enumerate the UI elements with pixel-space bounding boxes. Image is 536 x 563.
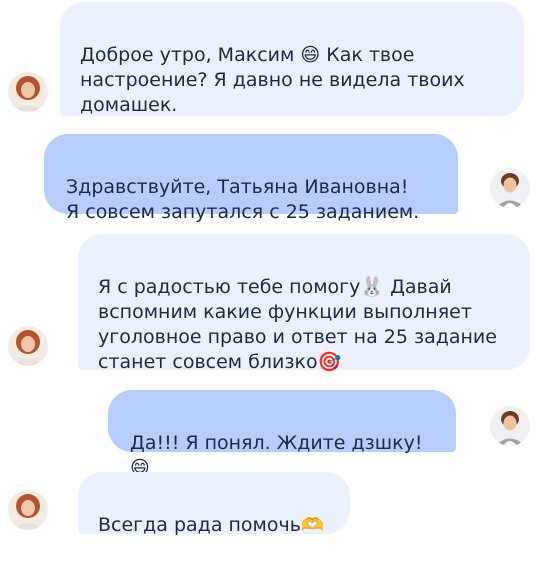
student-avatar-icon: [490, 406, 530, 446]
message-bubble-teacher: Доброе утро, Максим 😄 Как твое настроени…: [60, 2, 524, 116]
message-bubble-teacher: Я с радостью тебе помогу🐰 Давай вспомним…: [78, 234, 530, 373]
message-text: Я с радостью тебе помогу🐰 Давай вспомним…: [98, 276, 497, 373]
message-bubble-student: Здравствуйте, Татьяна Ивановна! Я совсем…: [44, 134, 458, 223]
message-text: Доброе утро, Максим 😄 Как твое настроени…: [80, 44, 465, 116]
teacher-avatar-icon: [8, 490, 48, 530]
message-bubble-teacher: Всегда рада помочь🫶: [78, 472, 350, 536]
teacher-avatar-icon: [8, 72, 48, 112]
message-text: Здравствуйте, Татьяна Ивановна! Я совсем…: [66, 176, 420, 223]
teacher-avatar-icon: [8, 326, 48, 366]
message-text: Всегда рада помочь🫶: [98, 514, 325, 536]
message-bubble-student: Да!!! Я понял. Ждите дзшку!😄: [108, 390, 456, 479]
student-avatar-icon: [490, 168, 530, 208]
